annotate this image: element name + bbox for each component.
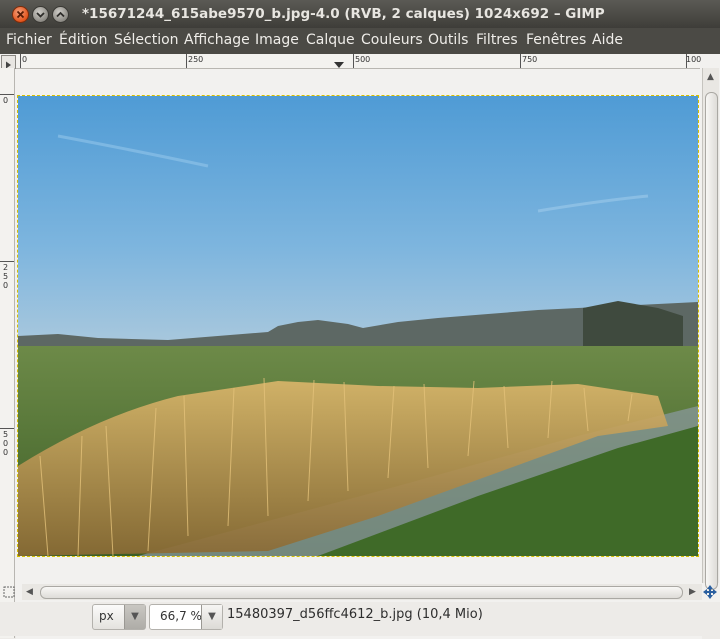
landscape-photo	[18, 96, 698, 556]
scroll-right-icon[interactable]: ▶	[689, 587, 696, 597]
minimize-icon[interactable]	[32, 6, 49, 23]
ruler-label: 100	[686, 55, 702, 64]
title-bar: *15671244_615abe9570_b.jpg-4.0 (RVB, 2 c…	[0, 0, 720, 28]
status-bar: px ▼ 66,7 % ▼ 15480397_d56ffc4612_b.jpg …	[0, 602, 720, 636]
menu-affichage[interactable]: Affichage	[184, 32, 250, 48]
vertical-ruler[interactable]: 0 250 500	[0, 68, 15, 638]
ruler-label: 250	[3, 263, 9, 290]
horizontal-scroll-thumb[interactable]	[40, 586, 683, 599]
chevron-down-icon[interactable]: ▼	[201, 605, 222, 629]
menu-edition[interactable]: Édition	[59, 32, 107, 48]
menu-aide[interactable]: Aide	[592, 32, 623, 48]
zoom-value: 66,7 %	[160, 609, 202, 623]
chevron-down-icon[interactable]: ▼	[124, 605, 145, 629]
menu-outils[interactable]: Outils	[428, 32, 468, 48]
menu-fichier[interactable]: Fichier	[6, 32, 52, 48]
menu-selection[interactable]: Sélection	[114, 32, 179, 48]
status-file-info: 15480397_d56ffc4612_b.jpg (10,4 Mio)	[227, 607, 483, 622]
scroll-left-icon[interactable]: ◀	[26, 587, 33, 597]
ruler-label: 0	[22, 55, 28, 64]
vertical-scrollbar[interactable]: ▲	[702, 68, 719, 590]
ruler-label: 500	[355, 55, 371, 64]
window-title: *15671244_615abe9570_b.jpg-4.0 (RVB, 2 c…	[82, 6, 605, 22]
menu-filtres[interactable]: Filtres	[476, 32, 518, 48]
unit-value: px	[99, 609, 114, 623]
image-menu-button[interactable]	[1, 55, 16, 69]
image-canvas[interactable]	[17, 95, 699, 557]
navigate-icon[interactable]	[702, 584, 718, 600]
menu-calque[interactable]: Calque	[306, 32, 355, 48]
horizontal-ruler[interactable]: 0 250 500 750 100	[16, 54, 702, 69]
ruler-label: 250	[188, 55, 204, 64]
ruler-label: 0	[3, 96, 9, 105]
pointer-marker-icon	[334, 62, 344, 68]
unit-selector[interactable]: px ▼	[92, 604, 146, 630]
scroll-up-icon[interactable]: ▲	[707, 72, 714, 82]
menu-fenetres[interactable]: Fenêtres	[526, 32, 586, 48]
vertical-scroll-thumb[interactable]	[705, 92, 718, 590]
ruler-label: 750	[522, 55, 538, 64]
maximize-icon[interactable]	[52, 6, 69, 23]
zoom-selector[interactable]: 66,7 % ▼	[149, 604, 223, 630]
menu-image[interactable]: Image	[255, 32, 299, 48]
menu-couleurs[interactable]: Couleurs	[361, 32, 423, 48]
horizontal-scrollbar[interactable]: ◀ ▶	[22, 584, 702, 600]
quick-mask-icon[interactable]	[3, 586, 15, 598]
ruler-label: 500	[3, 430, 9, 457]
menu-bar: Fichier Édition Sélection Affichage Imag…	[0, 28, 720, 54]
close-icon[interactable]	[12, 6, 29, 23]
